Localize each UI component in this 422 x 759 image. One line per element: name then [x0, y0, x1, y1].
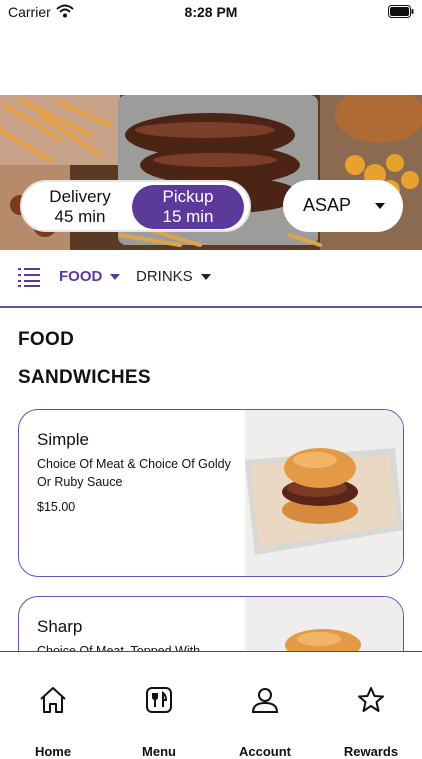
category-drinks[interactable]: DRINKS	[136, 268, 211, 285]
list-icon[interactable]	[18, 267, 40, 292]
order-mode-toggle: Delivery 45 min Pickup 15 min	[20, 180, 251, 232]
subsection-title: SANDWICHES	[18, 367, 151, 388]
menu-item-card[interactable]: Simple Choice Of Meat & Choice Of Goldy …	[18, 409, 404, 577]
tab-menu[interactable]: Menu	[106, 652, 212, 759]
category-food[interactable]: FOOD	[59, 268, 121, 285]
pickup-option[interactable]: Pickup 15 min	[132, 185, 244, 229]
burger-photo	[245, 410, 403, 576]
tab-label: Menu	[142, 744, 176, 759]
pickup-label: Pickup	[162, 187, 214, 206]
category-bar: FOOD DRINKS	[0, 250, 422, 308]
menu-item-name: Sharp	[37, 617, 83, 636]
chevron-down-icon	[200, 274, 211, 281]
tab-label: Account	[239, 744, 291, 759]
pickup-time: 15 min	[162, 207, 214, 226]
battery-icon	[388, 5, 414, 23]
tab-rewards[interactable]: Rewards	[318, 652, 422, 759]
schedule-dropdown[interactable]: ASAP	[283, 180, 403, 232]
menu-item-name: Simple	[37, 430, 89, 449]
delivery-label: Delivery	[49, 187, 111, 206]
account-icon	[250, 685, 280, 720]
chevron-down-icon	[110, 274, 121, 281]
menu-icon	[144, 685, 174, 720]
schedule-value: ASAP	[303, 195, 352, 215]
menu-item-description: Choice Of Meat & Choice Of Goldy Or Ruby…	[37, 457, 231, 489]
home-icon	[38, 685, 68, 720]
category-food-label: FOOD	[59, 268, 103, 285]
tab-label: Rewards	[343, 744, 399, 759]
clock: 8:28 PM	[184, 4, 238, 20]
category-drinks-label: DRINKS	[136, 268, 193, 285]
tab-bar: Home Menu Account Rewards	[0, 651, 422, 759]
chevron-down-icon	[375, 203, 385, 209]
delivery-option[interactable]: Delivery 45 min	[24, 185, 136, 229]
status-bar: Carrier 8:28 PM	[0, 0, 422, 24]
tab-label: Home	[34, 744, 72, 759]
tab-account[interactable]: Account	[212, 652, 318, 759]
menu-item-price: $15.00	[37, 500, 76, 514]
delivery-time: 45 min	[54, 207, 106, 226]
section-title: FOOD	[18, 329, 75, 350]
tab-home[interactable]: Home	[0, 652, 106, 759]
star-icon	[356, 685, 386, 720]
